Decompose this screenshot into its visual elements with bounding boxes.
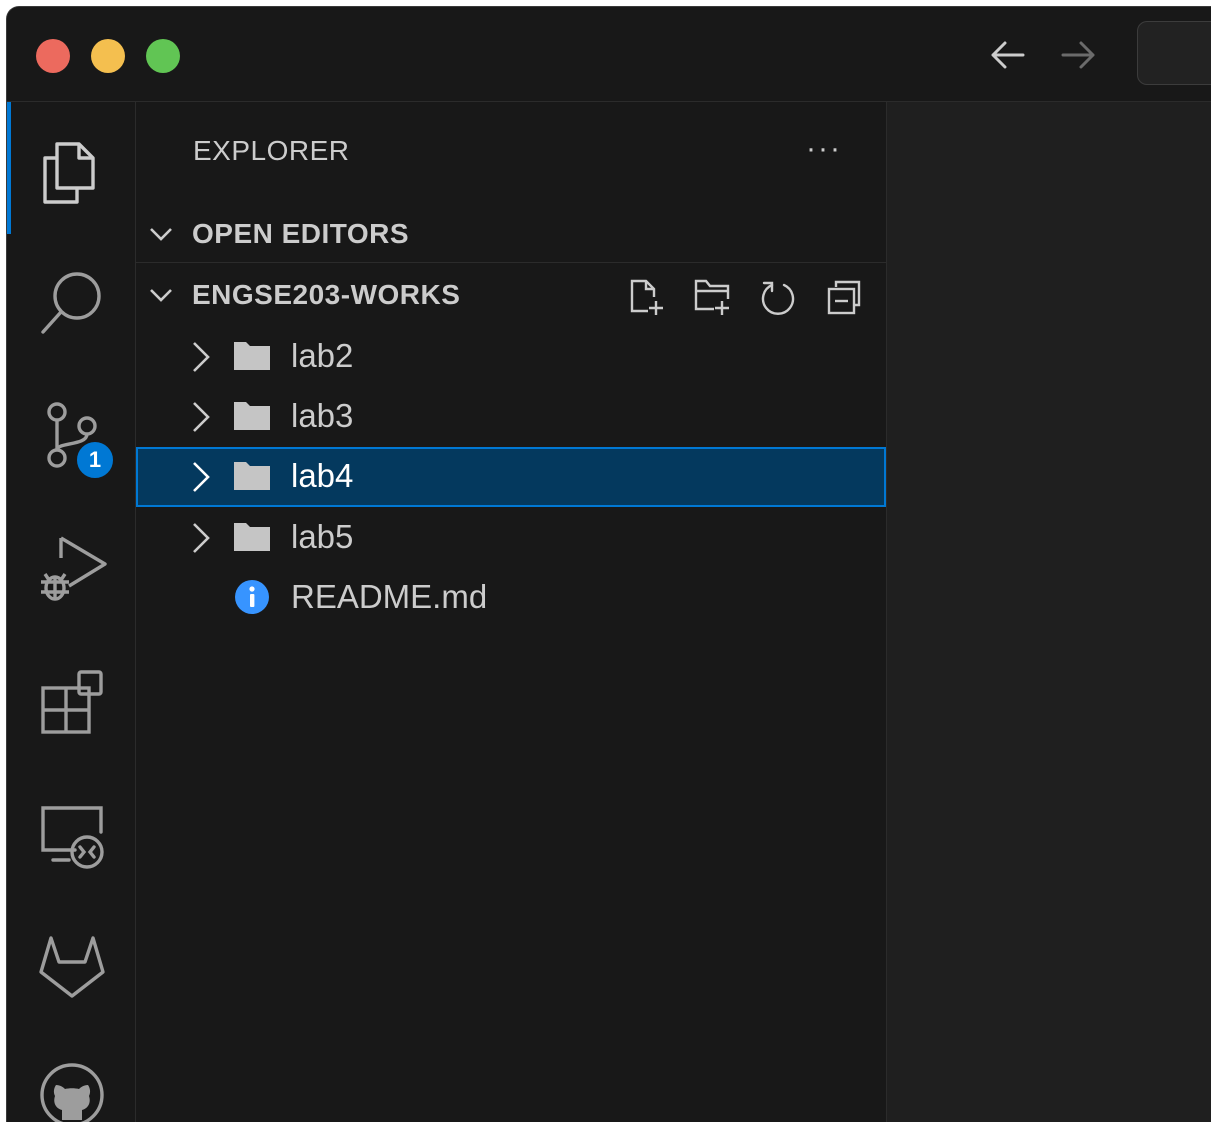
extensions-icon[interactable] [37,668,107,738]
chevron-down-icon [136,226,186,242]
tree-item-label: lab2 [291,337,354,374]
open-editors-section[interactable]: OPEN EDITORS [136,206,886,263]
command-center-search[interactable] [1137,21,1211,85]
workspace-actions [626,277,864,317]
explorer-icon[interactable] [37,136,107,206]
tree-file-readme[interactable]: README.md [136,568,886,628]
tree-folder-lab2[interactable]: lab2 [136,327,886,387]
tree-folder-lab5[interactable]: lab5 [136,508,886,568]
workspace-label: ENGSE203-WORKS [192,279,461,310]
search-icon[interactable] [37,266,107,336]
forward-arrow-icon[interactable] [1057,35,1101,75]
folder-icon [234,402,270,430]
active-indicator [7,102,11,234]
close-window-button[interactable] [36,39,70,73]
tree-folder-lab4[interactable]: lab4 [136,447,886,507]
info-icon [235,580,269,614]
tree-item-label: lab4 [291,457,354,494]
collapse-all-icon[interactable] [824,277,864,317]
source-control-badge: 1 [74,439,116,481]
title-bar [7,7,1211,102]
chevron-right-icon [193,462,210,492]
remote-explorer-icon[interactable] [37,802,107,872]
chevron-down-icon [136,287,186,303]
folder-icon [234,342,270,370]
tree-folder-lab3[interactable]: lab3 [136,387,886,447]
github-icon[interactable] [37,1060,107,1122]
sidebar-title: EXPLORER [193,135,350,166]
chevron-right-icon [193,523,210,553]
activity-bar: 1 [7,102,136,1122]
new-folder-icon[interactable] [692,277,732,317]
tree-item-label: README.md [291,578,488,615]
open-editors-label: OPEN EDITORS [192,218,410,249]
tree-item-label: lab5 [291,518,354,555]
chevron-right-icon [193,402,210,432]
gitlab-icon[interactable] [37,930,107,1000]
folder-icon [234,523,270,551]
new-file-icon[interactable] [626,277,666,317]
folder-icon [234,462,270,490]
more-actions-button[interactable]: ··· [806,132,842,166]
maximize-window-button[interactable] [146,39,180,73]
editor-area[interactable] [887,102,1211,1122]
vscode-window: 1 EXPLORER ··· OPEN EDITORS ENGSE203-WOR… [7,7,1211,1122]
chevron-right-icon [193,342,210,372]
minimize-window-button[interactable] [91,39,125,73]
tree-item-label: lab3 [291,397,354,434]
back-arrow-icon[interactable] [985,35,1029,75]
explorer-sidebar: EXPLORER ··· OPEN EDITORS ENGSE203-WORKS [136,102,887,1122]
run-debug-icon[interactable] [37,534,107,604]
refresh-icon[interactable] [758,277,798,317]
